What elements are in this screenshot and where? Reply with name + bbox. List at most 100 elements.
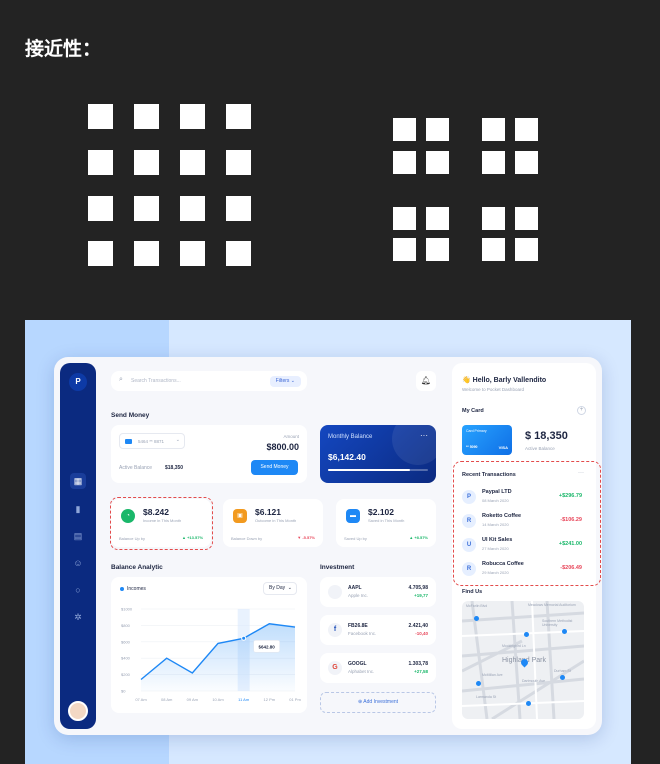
investment-title: Investment <box>320 564 355 571</box>
monthly-progress-fill <box>328 469 410 471</box>
monthly-balance-title: Monthly Balance <box>328 434 373 440</box>
wallet-icon: ▬ <box>346 509 360 523</box>
investment-value: 2.421,40 <box>408 623 428 629</box>
add-investment-label: Add Investment <box>363 699 399 705</box>
filters-label: Filters <box>275 378 290 384</box>
range-select[interactable]: By Day ⌄ <box>263 582 297 595</box>
grid-square <box>226 104 251 129</box>
y-tick-label: $200 <box>121 672 131 677</box>
document-icon[interactable]: ▤ <box>70 528 86 544</box>
grid-square <box>482 207 505 230</box>
data-point-active <box>241 635 247 641</box>
my-card-title: My Card <box>462 408 484 414</box>
x-tick-label: 01 Pm <box>289 697 301 702</box>
stat-change: ▲ +8.57% <box>409 535 428 540</box>
stat-subtitle: Saved in This Month <box>368 518 405 523</box>
card-select[interactable]: 5464 ** 8871 ⌄ <box>119 433 185 449</box>
legend-dot <box>120 587 124 591</box>
chat-icon[interactable]: ○ <box>70 582 86 598</box>
map-marker[interactable] <box>560 675 565 680</box>
settings-icon[interactable]: ✲ <box>70 609 86 625</box>
card-chip-icon <box>125 439 132 444</box>
notification-icon[interactable]: 🔔︎ <box>416 371 436 391</box>
dashboard-scene: P ▦ ▮ ▤ ☺ ○ ✲ ⌕ Search Transactions... F… <box>25 320 631 764</box>
stat-change-value: +8.57% <box>414 535 428 540</box>
investment-row[interactable]: G GOOGL Alphabet Inc. 1.303,78 +27,58 <box>320 653 436 683</box>
grid-square <box>482 118 505 141</box>
y-tick-label: $800 <box>121 623 131 628</box>
card-balance: $ 18,350 <box>525 430 568 442</box>
visa-logo: VISA <box>498 445 508 450</box>
avatar[interactable] <box>68 701 88 721</box>
grid-square <box>393 238 416 261</box>
plus-icon: ⊕ <box>357 699 363 705</box>
saved-stat-card: ▬ $2.102 Saved in This Month Saved Up by… <box>336 499 436 547</box>
grid-square <box>515 207 538 230</box>
grid-square <box>134 241 159 266</box>
grid-square <box>134 196 159 221</box>
grid-square <box>426 238 449 261</box>
monthly-balance-card: Monthly Balance ··· $6,142.40 <box>320 425 436 483</box>
highlight-box <box>110 497 213 550</box>
grid-square <box>180 196 205 221</box>
grid-square <box>426 207 449 230</box>
balance-chart: $1000 $800 $600 $400 $200 $0 07 Am 08 Am 09 Am 10… <box>121 607 301 703</box>
stat-value: $6.121 <box>255 507 281 517</box>
search-icon: ⌕ <box>119 376 123 383</box>
grid-square <box>393 151 416 174</box>
grid-square <box>515 118 538 141</box>
active-balance-value: $18,350 <box>165 465 184 471</box>
dashboard-icon[interactable]: ▦ <box>70 473 86 489</box>
find-us-title: Find Us <box>462 589 483 595</box>
investment-row[interactable]: f FB26.8E Facebook Inc. 2.421,40 -10,40 <box>320 615 436 645</box>
map-label: Mockingbird Ln <box>502 644 526 648</box>
amount-label: Amount <box>283 434 299 439</box>
primary-card[interactable]: Card Primary ** 5090 VISA <box>462 425 512 455</box>
map-label: Meadows Memorial Auditorium <box>528 603 576 607</box>
outcome-stat-card: ▣ $6.121 Outcome in This Month Balance D… <box>223 499 323 547</box>
map-label: McFarlin Blvd <box>466 604 488 608</box>
add-card-icon[interactable]: + <box>577 406 586 415</box>
grid-square <box>226 196 251 221</box>
add-investment-button[interactable]: ⊕ Add Investment <box>320 692 436 713</box>
investment-ticker: AAPL <box>348 585 362 591</box>
grid-square <box>88 104 113 129</box>
filters-button[interactable]: Filters ⌄ <box>269 376 301 387</box>
users-icon[interactable]: ☺ <box>70 555 86 571</box>
search-bar[interactable]: ⌕ Search Transactions... Filters ⌄ <box>111 371 307 391</box>
stat-footer: Saved Up by <box>344 536 367 541</box>
map-marker[interactable] <box>524 632 529 637</box>
investment-change: +19,77 <box>414 593 428 598</box>
map[interactable]: McFarlin Blvd Meadows Memorial Auditoriu… <box>462 601 584 719</box>
monthly-balance-value: $6,142.40 <box>328 452 366 462</box>
y-tick-label: $400 <box>121 656 131 661</box>
investment-row[interactable]: AAPL Apple Inc. 4.705,98 +19,77 <box>320 577 436 607</box>
search-input[interactable]: Search Transactions... <box>131 378 181 384</box>
app-logo[interactable]: P <box>69 373 87 391</box>
grid-square <box>134 104 159 129</box>
grid-square <box>482 151 505 174</box>
map-marker[interactable] <box>562 629 567 634</box>
amount-value[interactable]: $800.00 <box>266 442 299 452</box>
map-marker[interactable] <box>474 616 479 621</box>
x-tick-label: 10 Am <box>212 697 224 702</box>
card-digits: ** 5090 <box>466 445 478 449</box>
grid-square <box>515 151 538 174</box>
sidebar: P ▦ ▮ ▤ ☺ ○ ✲ <box>60 363 96 729</box>
map-marker[interactable] <box>526 701 531 706</box>
send-money-button[interactable]: Send Money <box>251 460 298 475</box>
grid-square <box>393 118 416 141</box>
balance-analytic-title: Balance Analytic <box>111 564 163 571</box>
x-tick-label: 07 Am <box>135 697 147 702</box>
y-tick-label: $0 <box>121 689 126 694</box>
active-balance-label: Active Balance <box>119 465 153 471</box>
grid-square <box>393 207 416 230</box>
investment-value: 4.705,98 <box>408 585 428 591</box>
more-icon[interactable]: ··· <box>420 431 428 440</box>
card-decor-circle <box>392 425 436 465</box>
analytics-icon[interactable]: ▮ <box>70 501 86 517</box>
map-marker[interactable] <box>476 681 481 686</box>
facebook-icon: f <box>328 623 342 637</box>
range-label: By Day <box>269 585 286 591</box>
stat-value: $2.102 <box>368 507 394 517</box>
